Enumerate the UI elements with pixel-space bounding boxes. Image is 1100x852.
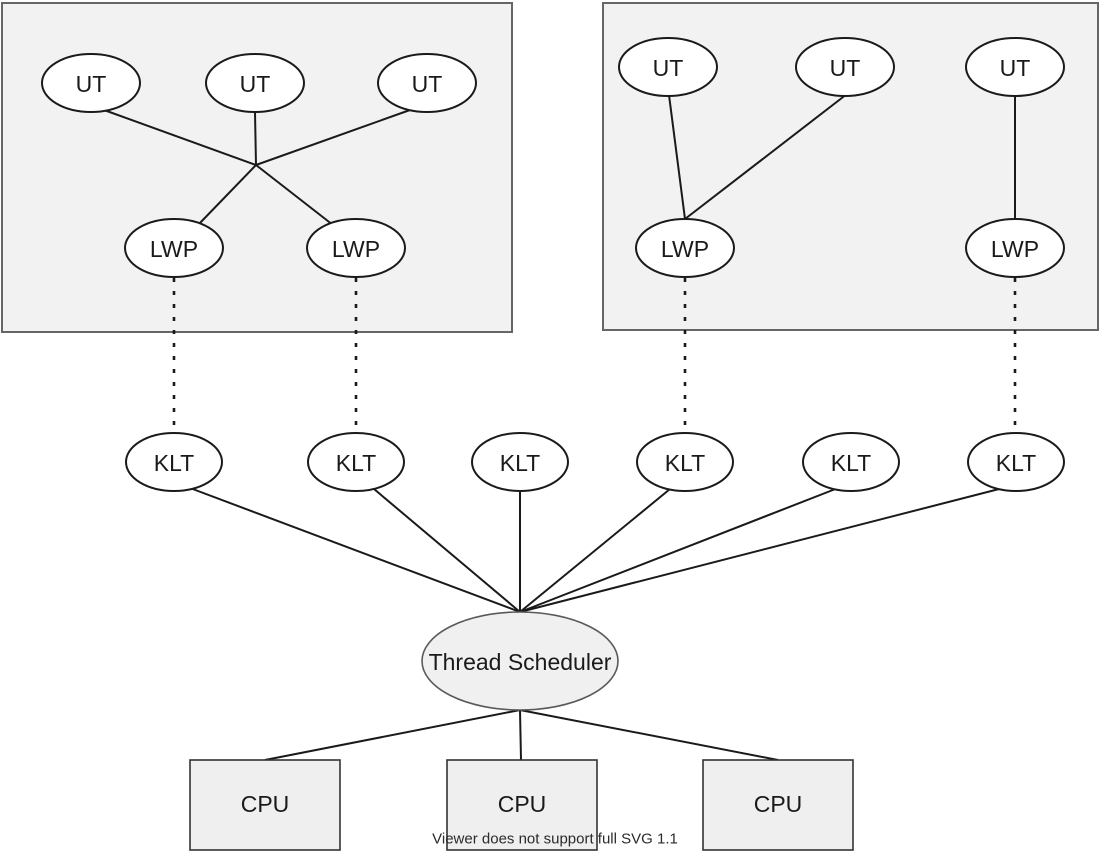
klt-label: KLT: [665, 450, 705, 476]
node-ut-p1-3[interactable]: UT: [377, 53, 477, 113]
node-klt-6[interactable]: KLT: [967, 432, 1065, 492]
link-ut2-junction: [254, 111, 257, 166]
node-klt-5[interactable]: KLT: [802, 432, 900, 492]
node-klt-2[interactable]: KLT: [307, 432, 405, 492]
thread-model-diagram: UT UT UT UT UT UT LWP LWP LWP LWP KLT KL…: [1, 2, 1099, 851]
link-klt5-scheduler: [519, 487, 839, 613]
node-lwp-p2-1[interactable]: LWP: [635, 218, 735, 278]
link-klt2-scheduler: [373, 488, 521, 613]
klt-label: KLT: [336, 450, 376, 476]
node-ut-p2-2[interactable]: UT: [795, 37, 895, 97]
node-klt-1[interactable]: KLT: [125, 432, 223, 492]
node-lwp-p1-1[interactable]: LWP: [124, 218, 224, 278]
node-klt-3[interactable]: KLT: [471, 432, 569, 492]
lwp-label: LWP: [332, 236, 380, 262]
link-scheduler-cpu1: [264, 709, 521, 761]
lwp-label: LWP: [991, 236, 1039, 262]
node-lwp-p2-2[interactable]: LWP: [965, 218, 1065, 278]
lwp-label: LWP: [150, 236, 198, 262]
link-klt6-scheduler: [519, 487, 1004, 613]
kernel-thread-nodes: KLT KLT KLT KLT KLT KLT: [125, 432, 1065, 492]
klt-label: KLT: [154, 450, 194, 476]
cpu-label: CPU: [498, 791, 547, 817]
node-thread-scheduler[interactable]: Thread Scheduler: [421, 611, 619, 711]
node-klt-4[interactable]: KLT: [636, 432, 734, 492]
klt-scheduler-links: [189, 487, 1004, 613]
klt-label: KLT: [996, 450, 1036, 476]
ut-label: UT: [830, 55, 861, 81]
klt-label: KLT: [831, 450, 871, 476]
klt-label: KLT: [500, 450, 540, 476]
scheduler-label: Thread Scheduler: [429, 649, 612, 675]
link-scheduler-cpu2: [519, 709, 522, 761]
process-box-1[interactable]: [1, 2, 513, 333]
ut-label: UT: [1000, 55, 1031, 81]
link-scheduler-cpu3: [519, 709, 779, 761]
ut-label: UT: [412, 71, 443, 97]
node-lwp-p1-2[interactable]: LWP: [306, 218, 406, 278]
ut-label: UT: [653, 55, 684, 81]
cpu-label: CPU: [241, 791, 290, 817]
diagram-canvas: UT UT UT UT UT UT LWP LWP LWP LWP KLT KL…: [0, 0, 1100, 852]
ut-label: UT: [240, 71, 271, 97]
link-klt1-scheduler: [189, 487, 521, 613]
cpu-label: CPU: [754, 791, 803, 817]
node-ut-p1-1[interactable]: UT: [41, 53, 141, 113]
node-ut-p2-1[interactable]: UT: [618, 37, 718, 97]
node-cpu-1[interactable]: CPU: [189, 759, 341, 851]
lwp-label: LWP: [661, 236, 709, 262]
node-ut-p1-2[interactable]: UT: [205, 53, 305, 113]
ut-label: UT: [76, 71, 107, 97]
svg-support-note: Viewer does not support full SVG 1.1: [432, 831, 678, 848]
node-ut-p2-3[interactable]: UT: [965, 37, 1065, 97]
node-cpu-3[interactable]: CPU: [702, 759, 854, 851]
scheduler-cpu-links: [264, 709, 779, 761]
